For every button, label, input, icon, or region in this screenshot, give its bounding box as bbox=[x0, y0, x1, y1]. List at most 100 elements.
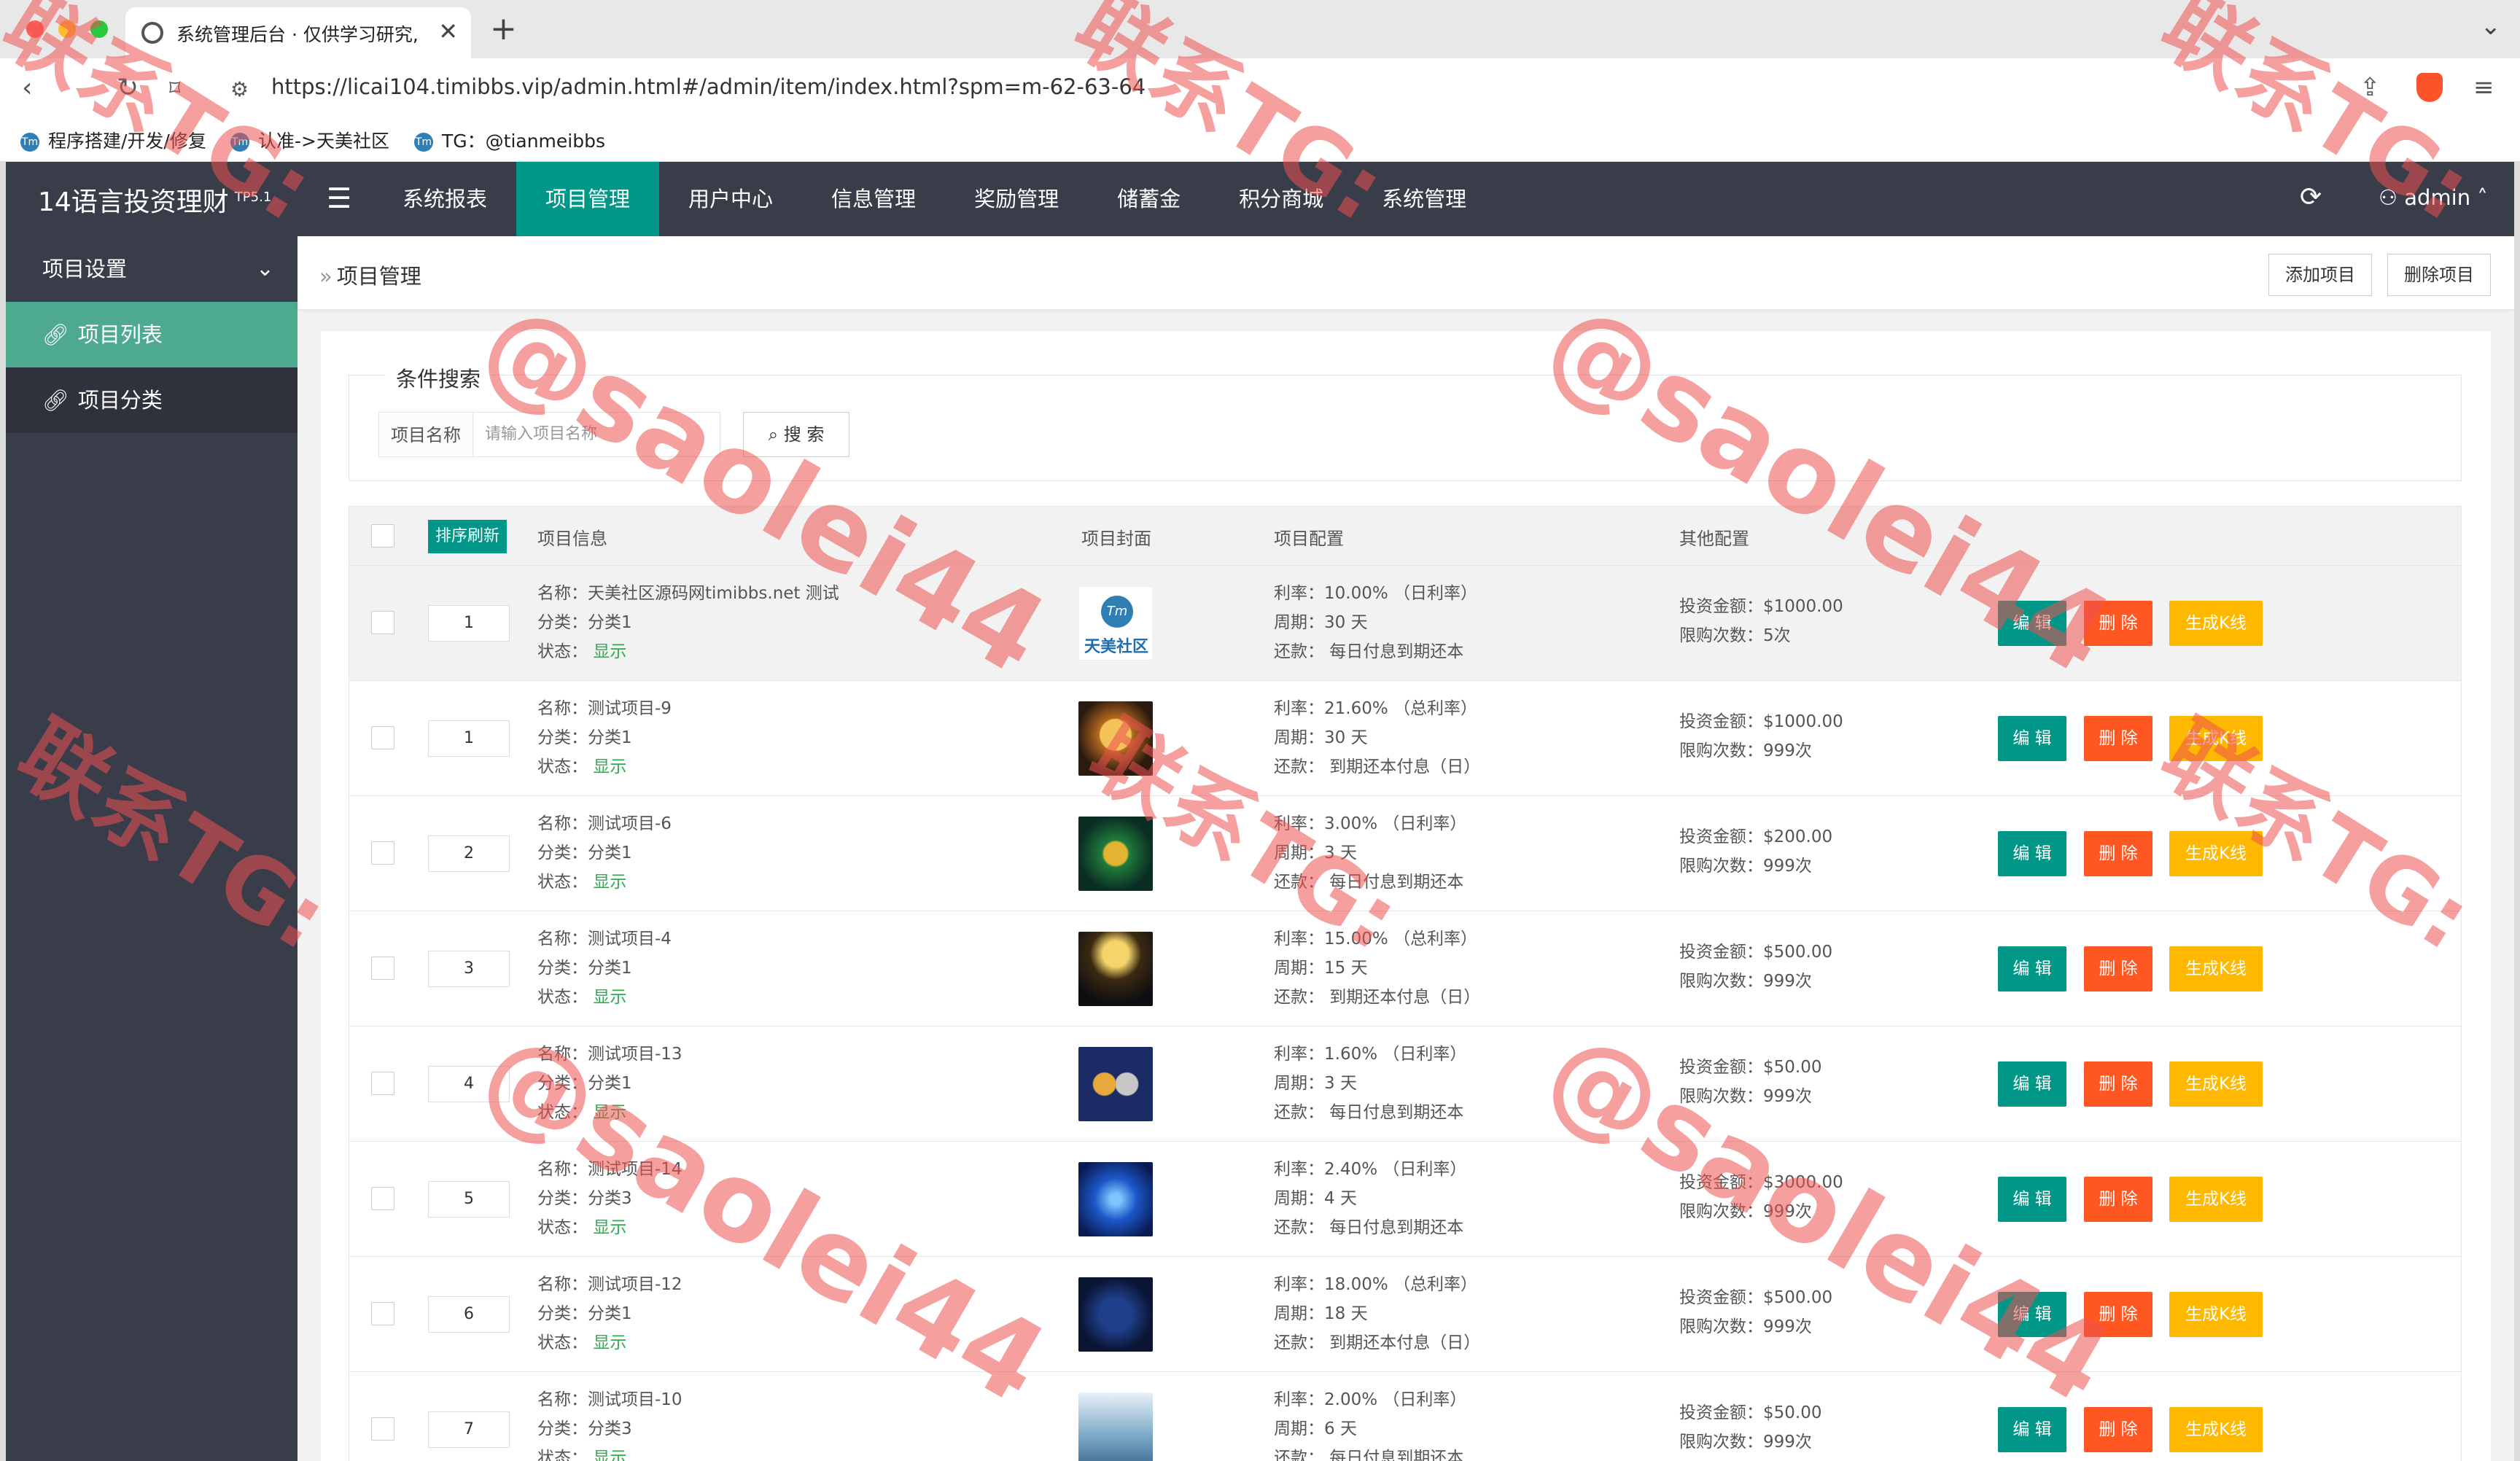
delete-button[interactable]: 删 除 bbox=[2084, 716, 2152, 761]
generate-kline-button[interactable]: 生成K线 bbox=[2169, 601, 2263, 646]
delete-button[interactable]: 删 除 bbox=[2084, 1292, 2152, 1337]
delete-button[interactable]: 删 除 bbox=[2084, 946, 2152, 991]
project-period: 周期：4 天 bbox=[1274, 1189, 1357, 1208]
browser-tab[interactable]: 系统管理后台 · 仅供学习研究, ✕ bbox=[125, 7, 471, 58]
sort-order-input[interactable]: 3 bbox=[428, 951, 510, 987]
search-input[interactable]: 请输入项目名称 bbox=[472, 412, 720, 457]
brave-shield-icon[interactable] bbox=[2416, 73, 2443, 102]
delete-button[interactable]: 删 除 bbox=[2084, 1177, 2152, 1222]
row-checkbox[interactable] bbox=[371, 1072, 394, 1095]
row-checkbox[interactable] bbox=[371, 841, 394, 865]
generate-kline-button[interactable]: 生成K线 bbox=[2169, 1407, 2263, 1452]
generate-kline-button[interactable]: 生成K线 bbox=[2169, 716, 2263, 761]
back-icon[interactable]: ‹ bbox=[22, 73, 32, 103]
search-legend: 条件搜索 bbox=[386, 362, 491, 393]
chevron-down-icon[interactable]: ⌄ bbox=[2481, 12, 2502, 41]
sort-order-input[interactable]: 1 bbox=[428, 605, 510, 642]
delete-button[interactable]: 删 除 bbox=[2084, 831, 2152, 876]
edit-button[interactable]: 编 辑 bbox=[1998, 1407, 2066, 1452]
menu-item-rewards[interactable]: 奖励管理 bbox=[945, 162, 1088, 236]
generate-kline-button[interactable]: 生成K线 bbox=[2169, 1177, 2263, 1222]
delete-projects-button[interactable]: 删除项目 bbox=[2387, 254, 2491, 296]
row-checkbox[interactable] bbox=[371, 1302, 394, 1325]
row-checkbox[interactable] bbox=[371, 726, 394, 749]
share-icon[interactable]: ⇪ bbox=[2360, 73, 2381, 102]
sidebar-item-project-category[interactable]: 🔗︎ 项目分类 bbox=[6, 367, 298, 433]
delete-button[interactable]: 删 除 bbox=[2084, 1407, 2152, 1452]
search-button[interactable]: ⌕ 搜 索 bbox=[743, 412, 849, 457]
zoom-window-button[interactable] bbox=[90, 20, 108, 38]
row-checkbox[interactable] bbox=[371, 1417, 394, 1441]
sort-order-input[interactable]: 2 bbox=[428, 835, 510, 872]
project-info: 名称：天美社区源码网timibbs.net 测试 分类：分类1 状态： 显示 bbox=[537, 579, 839, 666]
project-config: 利率：3.00% （日利率） 周期：3 天还款： 每日付息到期还本 bbox=[1274, 809, 1466, 897]
edit-button[interactable]: 编 辑 bbox=[1998, 716, 2066, 761]
delete-button[interactable]: 删 除 bbox=[2084, 601, 2152, 646]
menu-item-projects[interactable]: 项目管理 bbox=[516, 162, 660, 236]
row-checkbox[interactable] bbox=[371, 957, 394, 980]
content-panel: 条件搜索 项目名称 请输入项目名称 ⌕ 搜 索 排序刷新 项目信息 项目封面 项… bbox=[321, 331, 2491, 1461]
breadcrumb: » 项目管理 bbox=[319, 264, 421, 289]
generate-kline-button[interactable]: 生成K线 bbox=[2169, 946, 2263, 991]
close-window-button[interactable] bbox=[26, 20, 44, 38]
refresh-icon[interactable]: ⟳ bbox=[2300, 182, 2322, 212]
project-cover-image bbox=[1078, 1162, 1153, 1236]
sort-order-input[interactable]: 5 bbox=[428, 1181, 510, 1218]
edit-button[interactable]: 编 辑 bbox=[1998, 1177, 2066, 1222]
project-period: 周期：6 天 bbox=[1274, 1419, 1357, 1438]
bookmark-item[interactable]: Tm 程序搭建/开发/修复 bbox=[20, 127, 206, 153]
menu-item-users[interactable]: 用户中心 bbox=[659, 162, 802, 236]
generate-kline-button[interactable]: 生成K线 bbox=[2169, 831, 2263, 876]
sort-order-input[interactable]: 7 bbox=[428, 1411, 510, 1448]
menu-icon[interactable]: ≡ bbox=[2473, 73, 2494, 102]
hamburger-icon[interactable]: ☰ bbox=[327, 182, 351, 214]
edit-button[interactable]: 编 辑 bbox=[1998, 831, 2066, 876]
project-status: 状态： 显示 bbox=[537, 988, 627, 1007]
project-cover-image bbox=[1078, 1277, 1153, 1352]
select-all-checkbox[interactable] bbox=[371, 524, 394, 548]
url-field[interactable]: https://licai104.timibbs.vip/admin.html#… bbox=[271, 74, 1146, 99]
menu-item-system[interactable]: 系统管理 bbox=[1353, 162, 1496, 236]
project-limit: 限购次数：999次 bbox=[1679, 1087, 1812, 1106]
bookmark-item[interactable]: Tm TG：@tianmeibbs bbox=[414, 127, 605, 153]
sort-order-input[interactable]: 6 bbox=[428, 1296, 510, 1333]
site-settings-icon[interactable]: ⚙ bbox=[230, 77, 249, 101]
project-cover-image bbox=[1078, 1392, 1153, 1461]
menu-item-points-mall[interactable]: 积分商城 bbox=[1210, 162, 1353, 236]
row-checkbox[interactable] bbox=[371, 1187, 394, 1210]
edit-button[interactable]: 编 辑 bbox=[1998, 1061, 2066, 1107]
generate-kline-button[interactable]: 生成K线 bbox=[2169, 1061, 2263, 1107]
bookmark-icon[interactable]: ⌑ bbox=[169, 76, 180, 101]
menu-item-info[interactable]: 信息管理 bbox=[802, 162, 945, 236]
bookmark-item[interactable]: Tm 认准->天美社区 bbox=[230, 127, 389, 153]
sort-order-input[interactable]: 1 bbox=[428, 720, 510, 757]
project-name: 名称：测试项目-13 bbox=[537, 1045, 682, 1064]
project-status: 状态： 显示 bbox=[537, 873, 627, 892]
edit-button[interactable]: 编 辑 bbox=[1998, 1292, 2066, 1337]
sort-refresh-button[interactable]: 排序刷新 bbox=[428, 520, 508, 553]
project-info: 名称：测试项目-14 分类：分类3 状态： 显示 bbox=[537, 1155, 682, 1242]
sort-order-input[interactable]: 4 bbox=[428, 1066, 510, 1102]
user-menu[interactable]: ⚇ admin ˄ bbox=[2379, 185, 2488, 210]
sidebar-group-project-settings[interactable]: 项目设置 ⌄ bbox=[6, 236, 298, 302]
new-tab-button[interactable]: + bbox=[490, 10, 517, 47]
project-amount: 投资金额：$200.00 bbox=[1679, 827, 1833, 846]
row-checkbox[interactable] bbox=[371, 611, 394, 634]
reload-icon[interactable]: ↻ bbox=[117, 73, 139, 103]
project-cover-image bbox=[1078, 817, 1153, 891]
table-row: 2 名称：测试项目-6 分类：分类1 状态： 显示 利率：3.00% （日利率） 周期：3… bbox=[349, 796, 2462, 911]
search-fieldset: 条件搜索 项目名称 请输入项目名称 ⌕ 搜 索 bbox=[349, 362, 2462, 481]
edit-button[interactable]: 编 辑 bbox=[1998, 601, 2066, 646]
add-project-button[interactable]: 添加项目 bbox=[2268, 254, 2372, 296]
menu-item-savings[interactable]: 储蓄金 bbox=[1088, 162, 1210, 236]
close-icon[interactable]: ✕ bbox=[438, 17, 458, 45]
project-category: 分类：分类1 bbox=[537, 1304, 632, 1323]
delete-button[interactable]: 删 除 bbox=[2084, 1061, 2152, 1107]
generate-kline-button[interactable]: 生成K线 bbox=[2169, 1292, 2263, 1337]
sidebar-item-project-list[interactable]: 🔗︎ 项目列表 bbox=[6, 302, 298, 367]
menu-item-reports[interactable]: 系统报表 bbox=[373, 162, 516, 236]
edit-button[interactable]: 编 辑 bbox=[1998, 946, 2066, 991]
project-repay: 还款： 每日付息到期还本 bbox=[1274, 1103, 1464, 1122]
minimize-window-button[interactable] bbox=[58, 20, 76, 38]
project-status: 状态： 显示 bbox=[537, 757, 627, 776]
